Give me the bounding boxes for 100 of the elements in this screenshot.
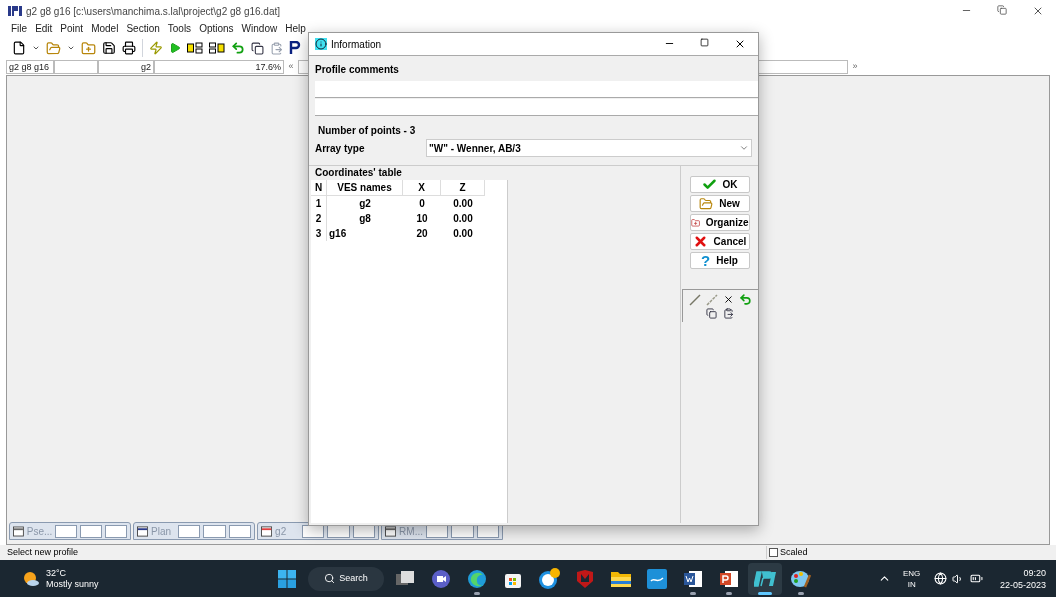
tab-label: Plan xyxy=(151,524,173,539)
close-button[interactable] xyxy=(105,524,127,538)
minimize-button[interactable] xyxy=(80,524,103,538)
section-cell: g2 xyxy=(98,60,154,74)
check-icon xyxy=(701,177,717,192)
new-file-icon[interactable] xyxy=(12,41,26,55)
scroll-left-button[interactable]: « xyxy=(284,60,298,74)
window-title: g2 g8 g16 [c:\users\manchima.s.lal\project\g2 g8 g16.dat] xyxy=(26,4,281,19)
table-cell-text: g2 xyxy=(358,197,372,211)
table-cell: 3 xyxy=(311,226,327,241)
column-header: N xyxy=(311,180,327,196)
clock-date[interactable]: 22-05-2023 xyxy=(999,578,1046,591)
search-button[interactable]: Search xyxy=(308,566,384,591)
question-mark-icon: ? xyxy=(701,253,711,268)
window-icon xyxy=(261,525,273,537)
lightning-icon[interactable] xyxy=(149,41,163,55)
clock-time[interactable]: 09:20 xyxy=(1023,566,1046,579)
maximize-icon[interactable] xyxy=(700,38,709,47)
temperature-text: 32°C xyxy=(46,567,68,579)
ok-button[interactable]: OK xyxy=(689,176,750,193)
search-icon xyxy=(324,573,336,584)
window-icon xyxy=(137,525,149,537)
add-folder-icon[interactable] xyxy=(81,40,96,56)
organize-button[interactable]: Organize xyxy=(689,214,750,231)
help-button[interactable]: ? Help xyxy=(689,252,750,269)
tab-label: Pse... xyxy=(26,524,53,539)
start-icon[interactable] xyxy=(278,569,296,588)
column-header: X xyxy=(403,180,441,196)
language-text[interactable]: ENG xyxy=(903,567,921,579)
copy-icon[interactable] xyxy=(251,41,264,55)
coordinates-table-title: Coordinates' table xyxy=(311,166,508,180)
app-logo-icon xyxy=(8,6,22,16)
menu-item[interactable]: Help xyxy=(285,22,306,36)
table-cell-text: g16 xyxy=(328,227,348,241)
ipi-taskbar-icon[interactable] xyxy=(748,562,782,595)
weather-icon xyxy=(22,570,40,587)
array-type-label: Array type xyxy=(315,141,366,156)
language-text[interactable]: IN xyxy=(907,578,916,590)
table-cell-text: 20 xyxy=(415,227,429,241)
copy-icon[interactable] xyxy=(706,308,717,319)
table-cell-text: 0.00 xyxy=(452,212,474,226)
table-cell: 1 xyxy=(311,196,327,211)
split-right-icon[interactable] xyxy=(209,42,225,54)
window-icon xyxy=(385,525,397,537)
network-icon[interactable] xyxy=(934,572,948,585)
comment-field[interactable] xyxy=(315,99,758,116)
undo-arrow-icon[interactable] xyxy=(231,41,245,55)
menu-item[interactable]: Model xyxy=(91,22,119,36)
pencil-line-icon[interactable] xyxy=(688,293,701,306)
menu-item[interactable]: Options xyxy=(199,22,234,36)
table-cell-text: 10 xyxy=(415,212,429,226)
restore-icon[interactable] xyxy=(997,5,1007,15)
comment-field[interactable] xyxy=(315,81,758,98)
profile-comments-label: Profile comments xyxy=(315,64,399,75)
split-left-icon[interactable] xyxy=(187,42,203,54)
status-message: Select new profile xyxy=(7,545,79,559)
folder-icon xyxy=(699,196,714,211)
caret-icon[interactable] xyxy=(67,44,75,52)
menu-item[interactable]: File xyxy=(11,22,28,36)
table-cell-text: 0 xyxy=(418,197,426,211)
scroll-right-button[interactable]: » xyxy=(848,60,862,74)
table-cell-text: 0.00 xyxy=(452,227,474,241)
profile-name-cell: g2 g8 g16 xyxy=(6,60,54,74)
restore-button[interactable] xyxy=(55,524,78,538)
menu-item[interactable]: Tools xyxy=(167,22,192,36)
close-icon[interactable] xyxy=(734,38,746,50)
tab-label: g2 xyxy=(275,524,288,539)
battery-icon[interactable] xyxy=(970,572,984,585)
print-icon[interactable] xyxy=(122,41,136,55)
paste-icon[interactable] xyxy=(723,308,734,319)
window-icon xyxy=(13,525,24,537)
minimize-button[interactable] xyxy=(203,524,226,538)
cancel-button[interactable]: Cancel xyxy=(689,233,750,250)
close-icon[interactable] xyxy=(1032,5,1044,17)
array-type-dropdown[interactable]: "W" - Wenner, AB/3 xyxy=(426,139,752,157)
scaled-checkbox[interactable]: Scaled xyxy=(766,545,839,560)
menu-item[interactable]: Edit xyxy=(35,22,53,36)
weather-text: Mostly sunny xyxy=(46,578,99,590)
dialog-title: Information xyxy=(331,37,382,52)
close-button[interactable] xyxy=(228,524,251,538)
info-icon xyxy=(315,38,327,50)
chevron-down-icon xyxy=(739,143,749,153)
table-cell-text: g8 xyxy=(358,212,372,226)
play-icon[interactable] xyxy=(169,42,181,54)
menu-item[interactable]: Point xyxy=(60,22,84,36)
menu-item[interactable]: Window xyxy=(241,22,278,36)
table-cell-text: 0.00 xyxy=(452,197,474,211)
save-icon[interactable] xyxy=(102,41,116,55)
column-header: Z xyxy=(441,180,485,196)
restore-button[interactable] xyxy=(178,524,201,538)
open-folder-icon[interactable] xyxy=(46,40,61,56)
points-count-text: Number of points - 3 xyxy=(318,125,416,136)
menu-item[interactable]: Section xyxy=(126,22,160,36)
pencil-line-icon[interactable] xyxy=(705,293,718,306)
tab-label: RM... xyxy=(399,524,424,539)
new-button[interactable]: New xyxy=(689,195,750,212)
table-cell: 2 xyxy=(311,211,327,226)
delete-icon[interactable] xyxy=(722,294,734,305)
progress-cell: 17.6% xyxy=(154,60,284,74)
caret-icon[interactable] xyxy=(32,44,40,52)
